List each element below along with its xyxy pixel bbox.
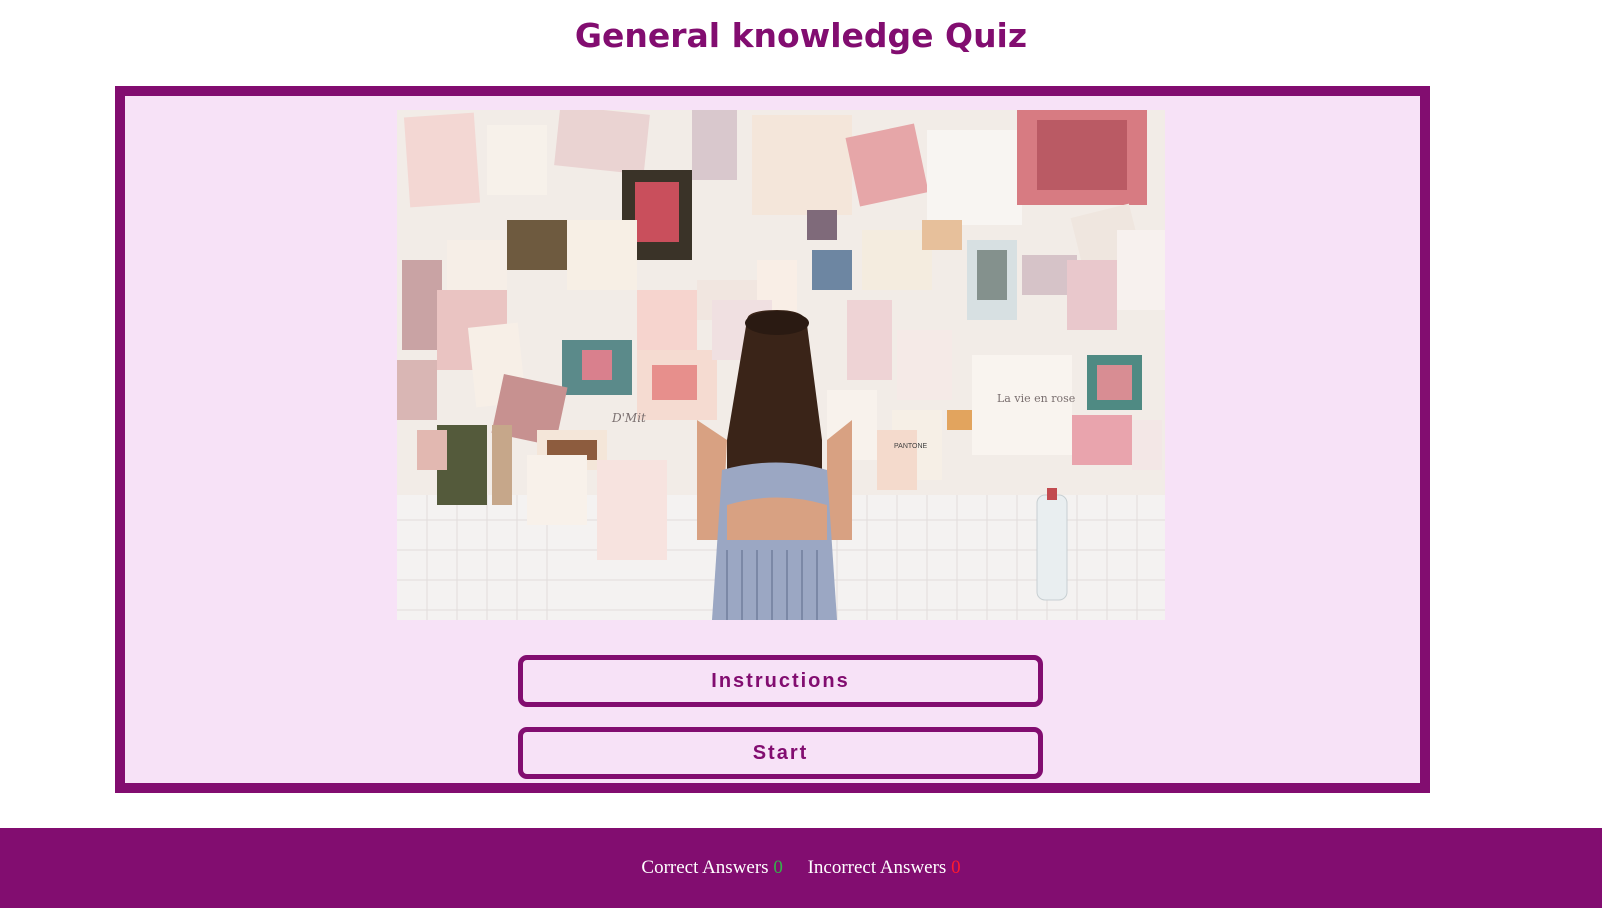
hero-image: La vie en rose D'Mit PANTONE [397,110,1165,620]
correct-label: Correct Answers [641,857,769,878]
instructions-button[interactable]: Instructions [518,655,1043,707]
incorrect-label: Incorrect Answers [807,857,947,878]
svg-text:D'Mit: D'Mit [611,411,646,425]
correct-score: Correct Answers 0 [641,857,787,878]
score-bar: Correct Answers 0 Incorrect Answers 0 [0,828,1602,908]
correct-count: 0 [773,857,783,878]
svg-text:PANTONE: PANTONE [894,443,928,450]
page-title: General knowledge Quiz [574,16,1028,55]
start-button[interactable]: Start [518,727,1043,779]
quiz-panel: La vie en rose D'Mit PANTONE Instruction… [115,86,1430,793]
hero-text: La vie en rose [997,392,1075,405]
incorrect-score: Incorrect Answers 0 [808,857,961,878]
incorrect-count: 0 [951,857,961,878]
quiz-page: General knowledge Quiz La vie en rose D'… [0,0,1602,919]
